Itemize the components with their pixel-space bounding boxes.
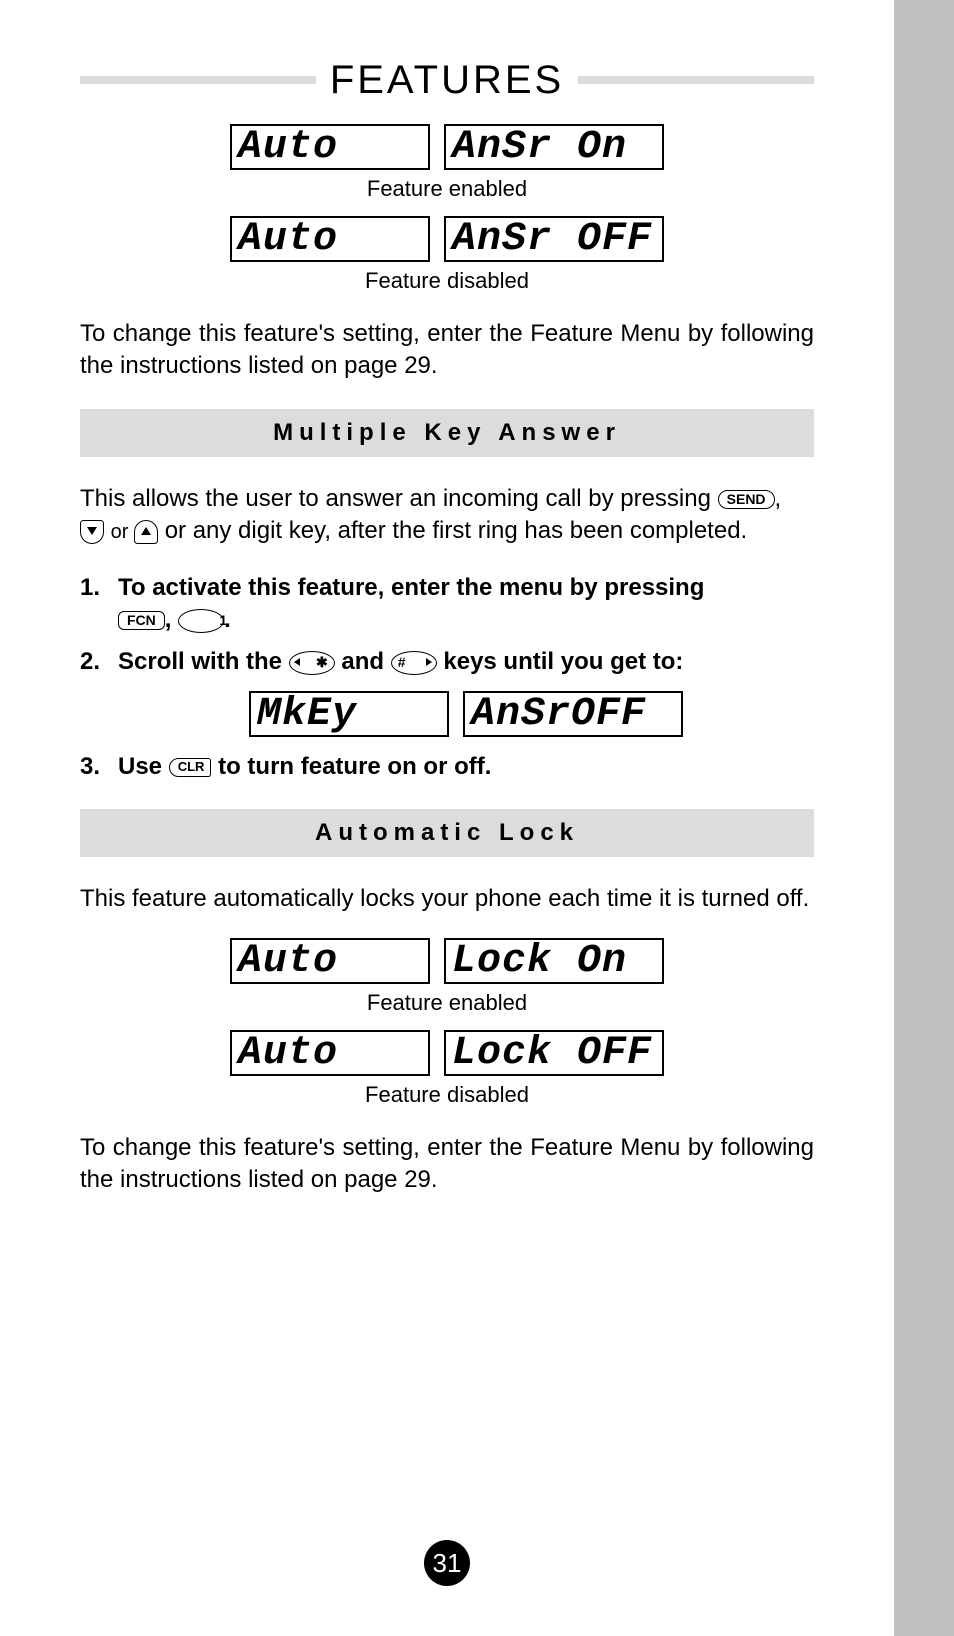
text: To activate this feature, enter the menu… <box>118 574 704 601</box>
page-title-row: FEATURES <box>80 60 814 100</box>
text: This allows the user to answer an incomi… <box>80 485 718 512</box>
mkey-display: MkEy AnSrOFF <box>118 691 814 737</box>
step-3: Use CLR to turn feature on or off. <box>80 751 814 783</box>
step-2: Scroll with the ✱ and # keys until you g… <box>80 646 814 736</box>
text: , <box>165 606 178 633</box>
lcd-left: Auto <box>230 216 430 262</box>
caption-enabled: Feature enabled <box>80 176 814 202</box>
title-bar-left <box>80 76 316 84</box>
section-heading-mkey: Multiple Key Answer <box>80 409 814 457</box>
auto-answer-disabled-display: Auto AnSr OFF <box>80 216 814 262</box>
text: keys until you get to: <box>443 648 683 675</box>
text: or <box>111 521 134 543</box>
text: to turn feature on or off. <box>218 753 491 780</box>
lcd-right: AnSr On <box>444 124 664 170</box>
text: # <box>398 652 406 672</box>
up-key-icon <box>134 520 158 544</box>
caption-disabled: Feature disabled <box>80 268 814 294</box>
clr-key-icon: CLR <box>169 758 212 776</box>
page-title: FEATURES <box>316 60 578 100</box>
lcd-right: Lock OFF <box>444 1030 664 1076</box>
lcd-left: MkEy <box>249 691 449 737</box>
auto-answer-enabled-display: Auto AnSr On <box>80 124 814 170</box>
mkey-intro: This allows the user to answer an incomi… <box>80 483 814 548</box>
lcd-left: Auto <box>230 1030 430 1076</box>
autolock-disabled-display: Auto Lock OFF <box>80 1030 814 1076</box>
autolock-intro: This feature automatically locks your ph… <box>80 883 814 915</box>
autolock-enabled-display: Auto Lock On <box>80 938 814 984</box>
autolock-change-text: To change this feature's setting, enter … <box>80 1132 814 1197</box>
lcd-right: AnSr OFF <box>444 216 664 262</box>
text: ✱ <box>316 652 328 672</box>
down-key-icon <box>80 520 104 544</box>
section-heading-autolock: Automatic Lock <box>80 809 814 857</box>
hash-right-key-icon: # <box>391 651 437 675</box>
lcd-left: Auto <box>230 124 430 170</box>
lcd-left: Auto <box>230 938 430 984</box>
text: , <box>775 485 782 512</box>
text: or any digit key, after the first ring h… <box>165 517 748 544</box>
fcn-key-icon: FCN <box>118 611 165 630</box>
caption-enabled: Feature enabled <box>80 990 814 1016</box>
auto-answer-change-text: To change this feature's setting, enter … <box>80 318 814 383</box>
lcd-right: AnSrOFF <box>463 691 683 737</box>
lcd-right: Lock On <box>444 938 664 984</box>
title-bar-right <box>578 76 814 84</box>
step-1: To activate this feature, enter the menu… <box>80 572 814 637</box>
caption-disabled: Feature disabled <box>80 1082 814 1108</box>
right-margin-bar <box>894 0 954 1636</box>
star-left-key-icon: ✱ <box>289 651 335 675</box>
page-number-badge: 31 <box>424 1540 470 1586</box>
send-key-icon: SEND <box>718 490 775 509</box>
text: Use <box>118 753 169 780</box>
page-content: FEATURES Auto AnSr On Feature enabled Au… <box>0 0 894 1220</box>
text: and <box>341 648 390 675</box>
mkey-steps: To activate this feature, enter the menu… <box>80 572 814 784</box>
text: 1 <box>201 610 245 630</box>
text: Scroll with the <box>118 648 289 675</box>
one-key-icon: 1 <box>178 609 224 633</box>
